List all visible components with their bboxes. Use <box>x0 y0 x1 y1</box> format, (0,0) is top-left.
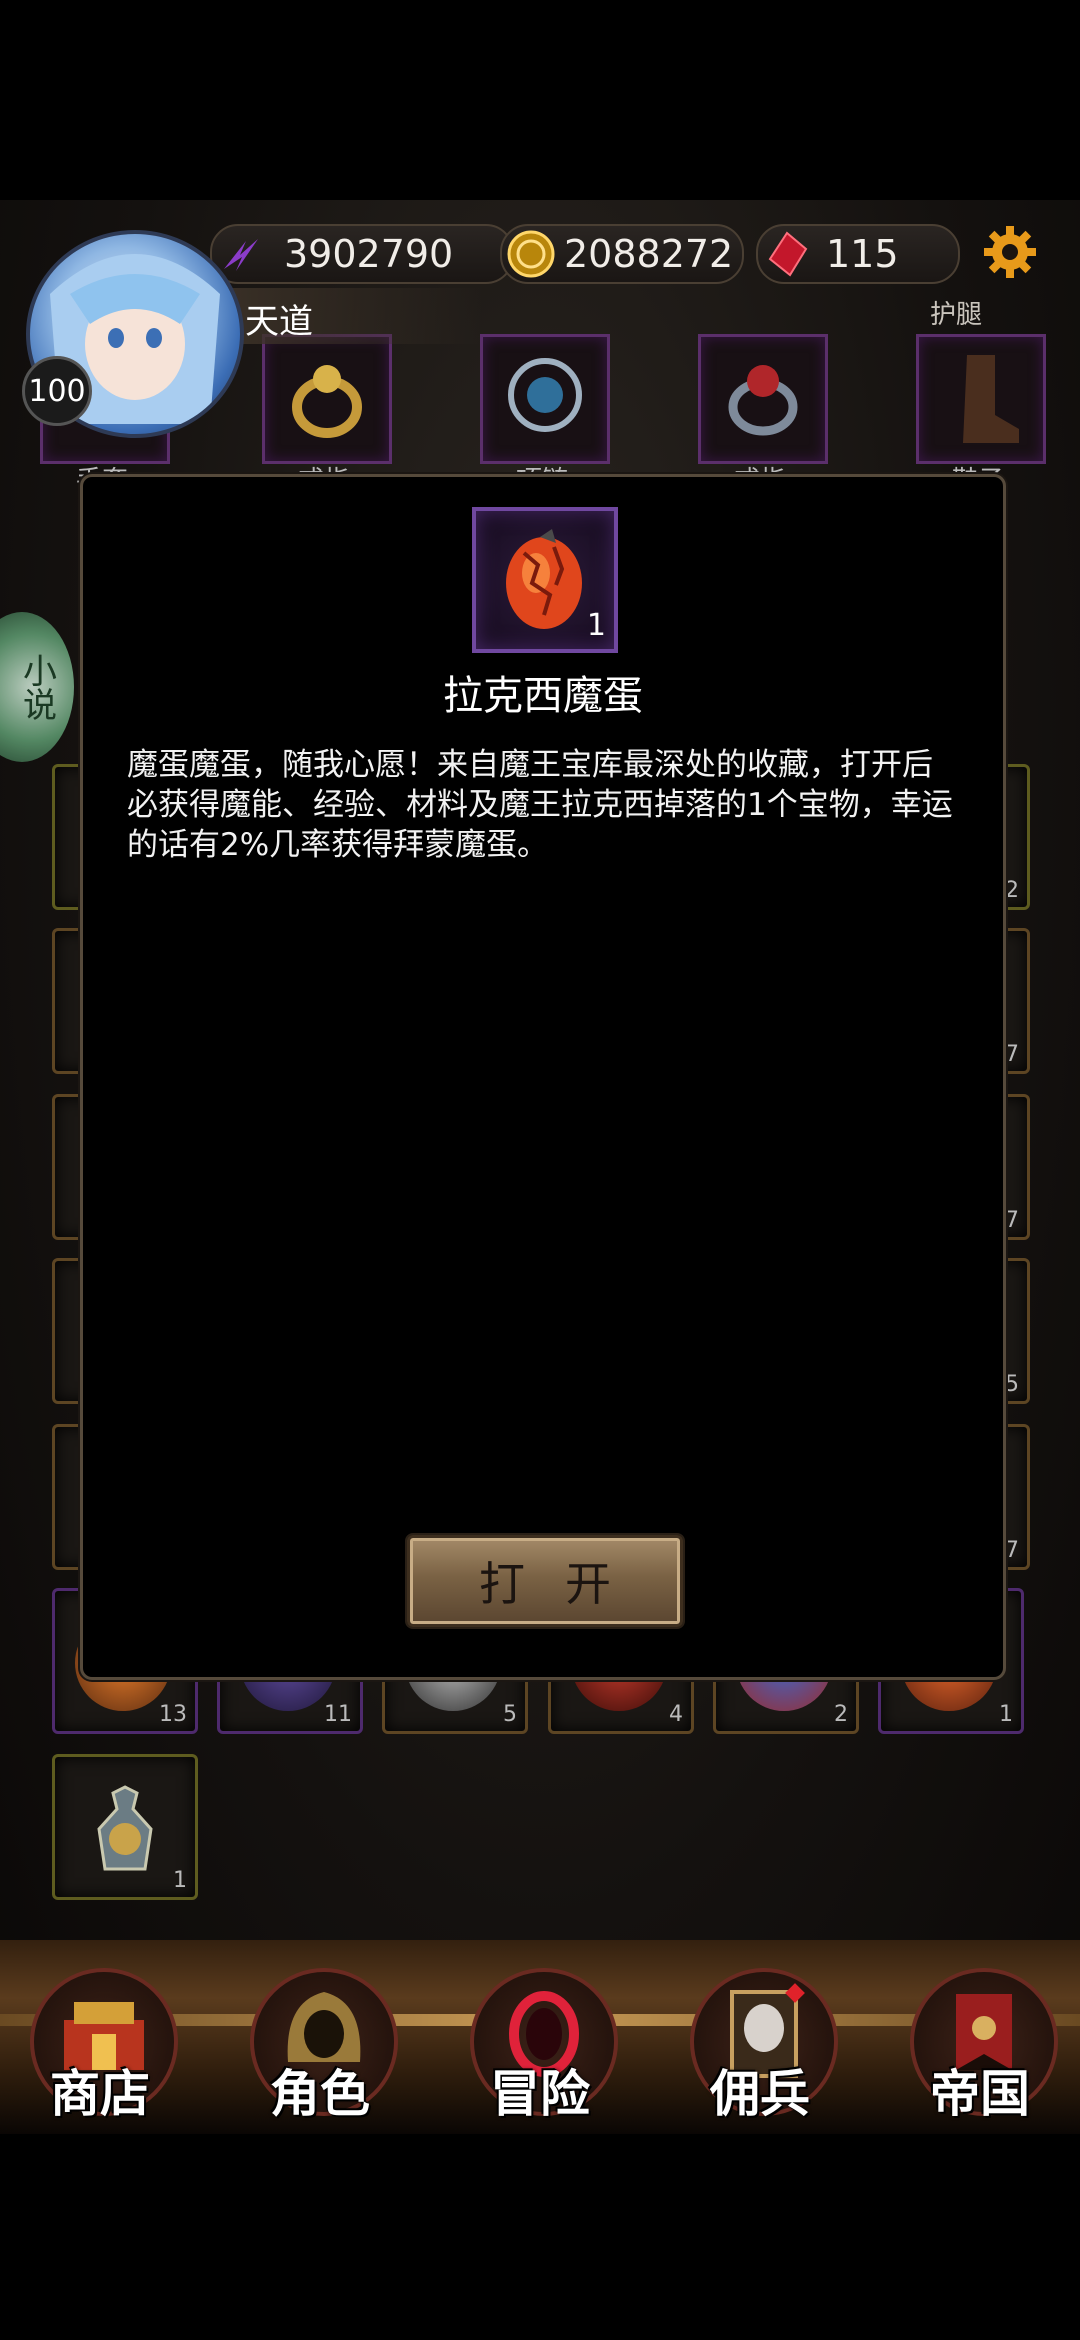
item-count: 7 <box>1005 1538 1019 1563</box>
equip-slot-necklace[interactable] <box>480 334 610 464</box>
nav-character[interactable]: 角色 <box>250 1968 400 2123</box>
red-gem-icon <box>768 231 808 277</box>
gear-icon[interactable] <box>980 222 1040 282</box>
item-count: 7 <box>1005 1208 1019 1233</box>
nav-label: 帝国 <box>930 2064 1030 2123</box>
item-count: 13 <box>159 1702 187 1727</box>
open-button[interactable]: 打开 <box>407 1535 683 1627</box>
nav-empire[interactable]: 帝国 <box>910 1968 1060 2123</box>
side-badge-text: 小说 <box>16 653 57 721</box>
item-count: 2 <box>1005 878 1019 903</box>
item-count: 5 <box>1005 1372 1019 1397</box>
item-count: 1 <box>999 1702 1013 1727</box>
equip-slot-ring-2[interactable] <box>698 334 828 464</box>
item-count: 5 <box>503 1702 517 1727</box>
power-value: 3902790 <box>284 232 454 276</box>
item-count: 7 <box>1005 1042 1019 1067</box>
item-count: 2 <box>834 1702 848 1727</box>
item-detail-modal: 1 拉克西魔蛋 魔蛋魔蛋，随我心愿！来自魔王宝库最深处的收藏，打开后必获得魔能、… <box>80 474 1006 1680</box>
item-count: 11 <box>324 1702 352 1727</box>
ring-icon <box>292 365 362 438</box>
nav-label: 商店 <box>50 2064 150 2123</box>
gold-counter[interactable]: 2088272 <box>500 224 744 284</box>
boot-icon <box>963 355 1019 443</box>
item-name: 拉克西魔蛋 <box>443 673 643 719</box>
nav-shop[interactable]: 商店 <box>30 1968 180 2123</box>
nav-label: 佣兵 <box>710 2064 810 2123</box>
nav-mercenary[interactable]: 佣兵 <box>690 1968 840 2123</box>
gem-counter[interactable]: 115 <box>756 224 960 284</box>
item-count: 1 <box>173 1868 187 1893</box>
player-level-badge: 100 <box>22 356 92 426</box>
dragon-egg-icon <box>506 529 582 629</box>
nav-adventure[interactable]: 冒险 <box>470 1968 620 2123</box>
nav-label: 冒险 <box>490 2064 590 2123</box>
gold-coin-icon <box>507 230 555 278</box>
nav-label: 角色 <box>270 2064 370 2123</box>
gem-value: 115 <box>826 232 899 276</box>
item-quantity: 1 <box>586 608 606 643</box>
ring-icon <box>728 365 798 436</box>
equip-slot-boots[interactable] <box>916 334 1046 464</box>
item-description: 魔蛋魔蛋，随我心愿！来自魔王宝库最深处的收藏，打开后必获得魔能、经验、材料及魔王… <box>127 747 953 863</box>
equip-label-leggings: 护腿 <box>930 300 983 330</box>
power-counter[interactable]: 3902790 <box>210 224 514 284</box>
game-screen: 2 7 7 5 7 13 11 5 4 2 1 1 小说 护腿 天道 39027… <box>0 0 1080 2340</box>
necklace-icon <box>508 358 582 432</box>
gold-value: 2088272 <box>564 232 734 276</box>
player-avatar-frame[interactable]: 100 <box>20 218 244 438</box>
resource-bar: 3902790 2088272 115 <box>150 212 1050 292</box>
equip-slot-ring-1[interactable] <box>262 334 392 464</box>
item-icon-frame: 1 <box>472 507 618 653</box>
inventory-slot[interactable]: 1 <box>52 1754 198 1900</box>
player-name: 天道 <box>245 302 313 342</box>
item-count: 4 <box>669 1702 683 1727</box>
